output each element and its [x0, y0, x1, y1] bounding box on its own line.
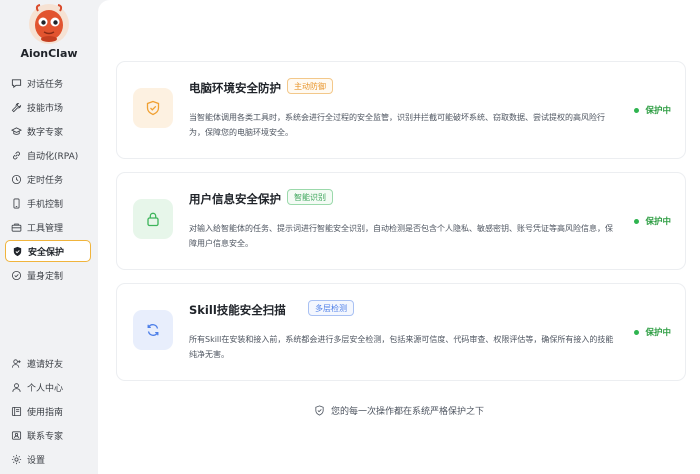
security-card-skill-scan: Skill技能安全扫描 多层检测 所有Skill在安装和接入前，系统都会进行多层… [116, 283, 686, 381]
status-badge: 保护中 [634, 215, 671, 227]
status-badge: 保护中 [634, 104, 671, 116]
card-icon-container [133, 310, 173, 350]
shield-check-icon [315, 405, 324, 416]
security-card-environment: 电脑环境安全防护 主动防御 当智能体调用各类工具时，系统会进行全过程的安全监管，… [116, 61, 686, 159]
graduation-cap-icon [11, 126, 22, 137]
status-text: 保护中 [645, 106, 671, 116]
sidebar-item-label: 对话任务 [27, 79, 64, 90]
toolbox-icon [11, 222, 22, 233]
phone-icon [11, 198, 22, 209]
shield-check-icon [12, 246, 23, 257]
footer-note-text: 您的每一次操作都在系统严格保护之下 [330, 407, 484, 417]
card-title: 用户信息安全保护 [189, 192, 281, 206]
sidebar-item-label: 技能市场 [27, 103, 64, 114]
sidebar: AionClaw 对话任务 技能市场 数字专家 自动化(RPA) 定时任务 手机… [0, 0, 98, 474]
status-dot-icon [634, 329, 640, 335]
sidebar-item-label: 定时任务 [27, 175, 64, 186]
card-description: 对输入给智能体的任务、提示词进行智能安全识别，自动检测是否包含个人隐私、敏感密钥… [189, 224, 613, 248]
status-dot-icon [634, 107, 640, 113]
status-badge: 保护中 [634, 326, 671, 338]
sidebar-item-label: 手机控制 [27, 199, 64, 210]
card-icon-container [133, 199, 173, 239]
lock-icon [147, 212, 159, 227]
sidebar-item-label: 设置 [27, 455, 46, 466]
main-content: 电脑环境安全防护 主动防御 当智能体调用各类工具时，系统会进行全过程的安全监管，… [98, 0, 700, 474]
card-icon-container [133, 88, 173, 128]
sidebar-item-label: 工具管理 [27, 223, 64, 234]
sidebar-item-settings[interactable]: 设置 [5, 448, 91, 470]
sidebar-item-automation-rpa[interactable]: 自动化(RPA) [5, 144, 91, 166]
link-icon [11, 150, 22, 161]
sidebar-item-label: 自动化(RPA) [27, 151, 79, 162]
sidebar-item-label: 安全保护 [28, 247, 65, 258]
sidebar-item-personal-center[interactable]: 个人中心 [5, 376, 91, 398]
sidebar-item-label: 个人中心 [27, 383, 64, 394]
sidebar-item-label: 使用指南 [27, 407, 64, 418]
sidebar-item-label: 数字专家 [27, 127, 64, 138]
sidebar-item-tool-management[interactable]: 工具管理 [5, 216, 91, 238]
card-tag: 智能识别 [287, 189, 333, 205]
settings-check-icon [11, 270, 22, 281]
wrench-icon [11, 102, 22, 113]
sidebar-item-digital-experts[interactable]: 数字专家 [5, 120, 91, 142]
sidebar-item-label: 量身定制 [27, 271, 64, 282]
invite-user-icon [11, 358, 22, 369]
sidebar-item-label: 联系专家 [27, 431, 64, 442]
contact-icon [11, 430, 22, 441]
card-title: Skill技能安全扫描 [189, 303, 286, 317]
sidebar-item-security-protection[interactable]: 安全保护 [5, 240, 91, 262]
book-icon [11, 406, 22, 417]
sidebar-item-chat-tasks[interactable]: 对话任务 [5, 72, 91, 94]
card-description: 所有Skill在安装和接入前，系统都会进行多层安全检测，包括来源可信度、代码审查… [189, 335, 614, 359]
app-name: AionClaw [20, 47, 78, 60]
sidebar-item-phone-control[interactable]: 手机控制 [5, 192, 91, 214]
card-tag: 多层检测 [308, 300, 354, 316]
security-card-user-info: 用户信息安全保护 智能识别 对输入给智能体的任务、提示词进行智能安全识别，自动检… [116, 172, 686, 270]
sidebar-item-customization[interactable]: 量身定制 [5, 264, 91, 286]
card-description: 当智能体调用各类工具时，系统会进行全过程的安全监管，识别并拦截可能破坏系统、窃取… [189, 113, 605, 137]
gear-icon [11, 454, 22, 465]
sidebar-item-skill-market[interactable]: 技能市场 [5, 96, 91, 118]
sidebar-item-contact-expert[interactable]: 联系专家 [5, 424, 91, 446]
card-title: 电脑环境安全防护 [189, 81, 281, 95]
footer-note: 您的每一次操作都在系统严格保护之下 [98, 404, 700, 417]
status-text: 保护中 [645, 217, 671, 227]
sidebar-item-label: 邀请好友 [27, 359, 64, 370]
status-dot-icon [634, 218, 640, 224]
shield-check-icon [146, 100, 160, 116]
refresh-icon [147, 324, 159, 336]
clock-icon [11, 174, 22, 185]
user-icon [11, 382, 22, 393]
app-logo [28, 3, 70, 45]
crayfish-logo-icon [29, 4, 69, 44]
card-tag: 主动防御 [287, 78, 333, 94]
chat-icon [11, 78, 22, 89]
sidebar-item-invite-friends[interactable]: 邀请好友 [5, 352, 91, 374]
sidebar-item-scheduled-tasks[interactable]: 定时任务 [5, 168, 91, 190]
sidebar-item-user-guide[interactable]: 使用指南 [5, 400, 91, 422]
status-text: 保护中 [645, 328, 671, 338]
